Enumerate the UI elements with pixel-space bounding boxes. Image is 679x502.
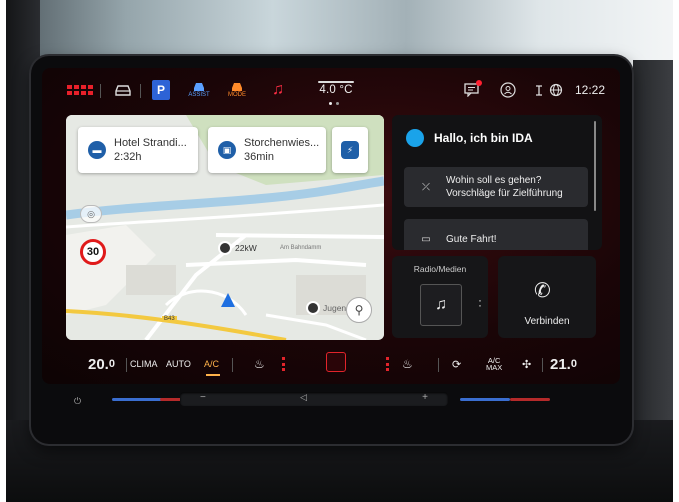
suggestion-title: Gute Fahrt!: [446, 233, 497, 245]
parking-place-icon: ▣: [218, 141, 236, 159]
route-icon: ⤫: [422, 181, 430, 193]
destination-duration: 2:32h: [114, 151, 142, 163]
outside-temperature: 4.0 °C: [319, 84, 353, 96]
charger-power: 22kW: [235, 243, 257, 253]
climate-divider: [438, 358, 439, 372]
assist-icon[interactable]: ASSIST: [186, 80, 212, 100]
climate-divider: [126, 358, 127, 372]
ac-active-indicator: [206, 374, 220, 376]
radio-media-label: Radio/Medien: [413, 264, 467, 274]
seat-heating-left-icon[interactable]: ♨: [254, 357, 265, 371]
hotel-bed-icon: ▬: [88, 141, 106, 159]
air-recirculation-icon[interactable]: ⟳: [452, 357, 461, 371]
message-icon[interactable]: [462, 80, 482, 100]
clima-button[interactable]: CLIMA: [130, 357, 158, 371]
ida-logo-icon: [406, 129, 424, 147]
ida-suggestion-destination[interactable]: ⤫ Wohin soll es gehen? Vorschläge für Zi…: [404, 167, 588, 207]
charging-station-icon: ⚡: [341, 141, 359, 159]
poi-pin-icon: [306, 301, 320, 315]
charger-pin-icon: [218, 241, 232, 255]
status-divider: [140, 84, 141, 98]
map-view-toggle-icon[interactable]: ◎: [80, 205, 102, 223]
road-number-badge: B43: [162, 316, 177, 322]
street-label: Am Bahndamm: [280, 245, 322, 251]
driver-temp-value: 20.: [88, 355, 109, 373]
volume-slider[interactable]: − ◁ +: [180, 392, 448, 406]
seat-heat-level-right: [386, 357, 389, 371]
acmax-bottom: MAX: [486, 363, 503, 372]
ida-header: Hallo, ich bin IDA: [406, 129, 533, 147]
status-divider: [100, 84, 101, 98]
notification-badge: [476, 80, 482, 86]
navigation-map[interactable]: ▬ Hotel Strandi... 2:32h ▣ Storchenwies.…: [66, 115, 384, 340]
driver-temp-decimal: 0: [108, 358, 115, 370]
cold-indicator-right: [460, 398, 510, 401]
infotainment-screen: P ASSIST MODE ♫ 4.0 °C 12:22 ▬ Hotel Str…: [42, 68, 620, 384]
page-indicator: [329, 102, 339, 105]
phone-connect-label: Verbinden: [524, 316, 570, 327]
passenger-temperature[interactable]: 21. 0: [550, 355, 577, 373]
ida-scrollbar[interactable]: [594, 121, 596, 211]
warm-indicator-right: [510, 398, 550, 401]
car-icon: ▭: [421, 233, 431, 245]
destination-card-hotel[interactable]: ▬ Hotel Strandi... 2:32h: [78, 127, 198, 173]
connectivity-icon[interactable]: [530, 80, 566, 100]
poi-marker[interactable]: Jugen: [306, 301, 346, 315]
mode-label: MODE: [228, 92, 246, 98]
destination-card-storchenwiese[interactable]: ▣ Storchenwies... 36min: [208, 127, 326, 173]
music-note-icon[interactable]: ♫: [268, 80, 288, 100]
status-bar: P ASSIST MODE ♫ 4.0 °C 12:22: [42, 68, 620, 112]
speed-limit-sign: 30: [80, 239, 106, 265]
phone-icon: ✆: [534, 280, 551, 302]
climate-bar: 20. 0 CLIMA AUTO A/C ♨ ♨ ⟳ A/C MAX ✣ 21. 0: [42, 344, 620, 384]
fan-icon[interactable]: ✣: [522, 357, 531, 371]
charging-station-button[interactable]: ⚡: [332, 127, 368, 173]
user-profile-icon[interactable]: [498, 80, 518, 100]
passenger-temp-value: 21.: [550, 355, 571, 373]
music-note-icon: ♫: [420, 284, 462, 326]
more-options-icon[interactable]: · ·: [478, 294, 482, 311]
phone-connect-tile[interactable]: ✆ Verbinden: [498, 256, 596, 338]
climate-divider: [232, 358, 233, 372]
ida-greeting: Hallo, ich bin IDA: [434, 131, 533, 145]
auto-button[interactable]: AUTO: [166, 357, 191, 371]
destination-duration: 36min: [244, 151, 274, 163]
volume-down-icon[interactable]: −: [200, 392, 206, 403]
volume-icon: ◁: [300, 392, 307, 402]
parking-icon[interactable]: P: [152, 80, 170, 100]
ac-button[interactable]: A/C: [204, 357, 219, 371]
passenger-temp-decimal: 0: [570, 358, 577, 370]
assist-label: ASSIST: [188, 92, 210, 98]
drive-mode-icon[interactable]: MODE: [224, 80, 250, 100]
car-settings-icon[interactable]: [112, 80, 134, 100]
ida-assistant-panel[interactable]: Hallo, ich bin IDA ⤫ Wohin soll es gehen…: [392, 115, 602, 250]
ac-max-button[interactable]: A/C MAX: [486, 357, 503, 372]
driver-temperature[interactable]: 20. 0: [88, 355, 115, 373]
map-search-icon[interactable]: ⚲: [346, 297, 372, 323]
vehicle-position-arrow-icon: [221, 293, 235, 307]
climate-divider: [542, 358, 543, 372]
poi-label: Jugen: [323, 303, 347, 313]
apps-grid-icon[interactable]: [66, 80, 94, 100]
suggestion-subtitle: Vorschläge für Zielführung: [446, 188, 563, 199]
clock: 12:22: [574, 83, 606, 97]
charger-marker[interactable]: 22kW: [218, 241, 257, 255]
ida-suggestion-drive[interactable]: ▭ Gute Fahrt!: [404, 219, 588, 250]
seat-heating-right-icon[interactable]: ♨: [402, 357, 413, 371]
destination-name: Hotel Strandi...: [114, 137, 187, 149]
destination-name: Storchenwies...: [244, 137, 320, 149]
power-icon[interactable]: ⏻: [74, 396, 81, 407]
cold-indicator-left: [112, 398, 162, 401]
suggestion-title: Wohin soll es gehen?: [446, 175, 542, 186]
seat-heat-level-left: [282, 357, 285, 371]
climate-center-button[interactable]: [326, 352, 346, 372]
radio-media-tile[interactable]: Radio/Medien ♫ · ·: [392, 256, 488, 338]
volume-up-icon[interactable]: +: [422, 392, 428, 403]
